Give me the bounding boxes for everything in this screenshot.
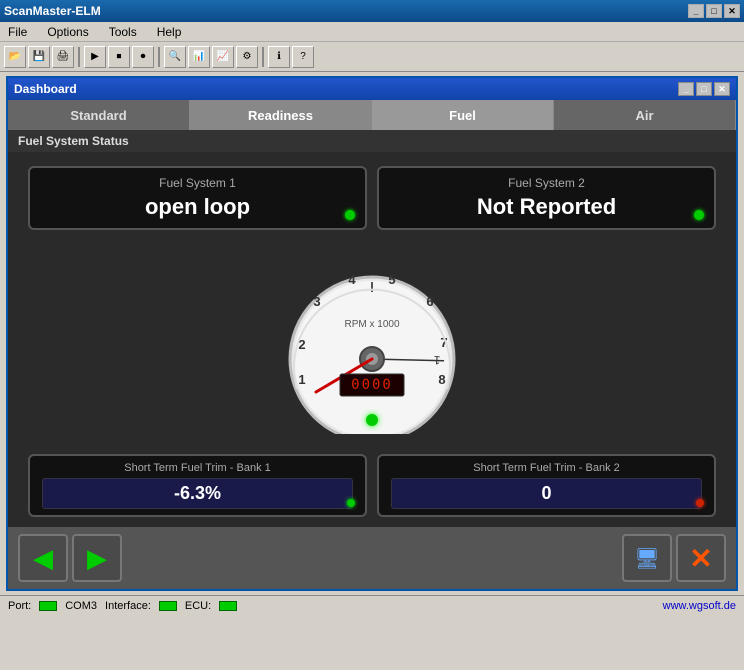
toolbar-btn-8[interactable]: 📊 [188, 46, 210, 68]
fuel-system-2-title: Fuel System 2 [508, 176, 585, 190]
disconnect-button[interactable]: ✕ [676, 534, 726, 582]
tab-air[interactable]: Air [554, 100, 736, 130]
section-header: Fuel System Status [8, 130, 736, 152]
trim-bank2-indicator [696, 499, 704, 507]
toolbar-btn-9[interactable]: 📈 [212, 46, 234, 68]
fuel-system-2-value: Not Reported [477, 194, 616, 220]
ecu-indicator [219, 601, 237, 611]
toolbar-btn-2[interactable]: 💾 [28, 46, 50, 68]
disconnect-icon: ✕ [689, 542, 712, 575]
tabs-bar: Standard Readiness Fuel Air [8, 100, 736, 130]
tachometer-gauge: 1 1 2 3 4 5 6 7 8 RPM x 1000 [272, 254, 472, 434]
toolbar: 📂 💾 🖨 ▶ ⏹ ⏺ 🔍 📊 📈 ⚙ ℹ ? [0, 42, 744, 72]
app-title: ScanMaster-ELM [4, 4, 101, 18]
window-controls: _ □ ✕ [688, 4, 740, 18]
app-titlebar: ScanMaster-ELM _ □ ✕ [0, 0, 744, 22]
dash-maximize-button[interactable]: □ [696, 82, 712, 96]
back-button[interactable]: ◀ [18, 534, 68, 582]
forward-arrow-icon: ▶ [87, 543, 107, 574]
status-bar: Port: COM3 Interface: ECU: www.wgsoft.de [0, 595, 744, 615]
fuel-system-1-title: Fuel System 1 [159, 176, 236, 190]
close-button[interactable]: ✕ [724, 4, 740, 18]
toolbar-btn-7[interactable]: 🔍 [164, 46, 186, 68]
dashboard-window: Dashboard _ □ ✕ Standard Readiness Fuel … [6, 76, 738, 591]
nav-buttons: ◀ ▶ [18, 534, 122, 582]
menu-file[interactable]: File [4, 25, 31, 39]
monitor-icon: 🖥 [634, 546, 659, 571]
menu-bar: File Options Tools Help [0, 22, 744, 42]
gauge-svg: 1 1 2 3 4 5 6 7 8 RPM x 1000 [272, 254, 472, 434]
fuel-system-2-indicator [694, 210, 704, 220]
svg-text:1: 1 [298, 372, 305, 387]
fuel-system-1-value: open loop [145, 194, 250, 220]
gauge-area: 1 1 2 3 4 5 6 7 8 RPM x 1000 [8, 244, 736, 444]
svg-text:3: 3 [313, 294, 320, 309]
toolbar-separator-1 [78, 47, 80, 67]
svg-text:1: 1 [433, 353, 441, 367]
toolbar-btn-3[interactable]: 🖨 [52, 46, 74, 68]
dashboard-title: Dashboard [14, 82, 77, 96]
toolbar-btn-5[interactable]: ⏹ [108, 46, 130, 68]
svg-text:0000: 0000 [351, 377, 393, 393]
menu-options[interactable]: Options [43, 25, 92, 39]
trim-bank1-indicator [347, 499, 355, 507]
toolbar-btn-11[interactable]: ℹ [268, 46, 290, 68]
fuel-system-1-indicator [345, 210, 355, 220]
toolbar-separator-3 [262, 47, 264, 67]
tab-readiness[interactable]: Readiness [190, 100, 372, 130]
trim-bank2-value: 0 [541, 483, 551, 503]
dash-minimize-button[interactable]: _ [678, 82, 694, 96]
trim-bank2-box: Short Term Fuel Trim - Bank 2 0 [377, 454, 716, 517]
dashboard-window-controls: _ □ ✕ [678, 82, 730, 96]
minimize-button[interactable]: _ [688, 4, 704, 18]
toolbar-separator-2 [158, 47, 160, 67]
svg-text:5: 5 [388, 272, 395, 287]
ecu-label: ECU: [185, 600, 211, 612]
website-link[interactable]: www.wgsoft.de [663, 600, 736, 612]
status-left: Port: COM3 Interface: ECU: [8, 600, 237, 612]
interface-label: Interface: [105, 600, 151, 612]
monitor-button[interactable]: 🖥 [622, 534, 672, 582]
fuel-system-1-box: Fuel System 1 open loop [28, 166, 367, 230]
tab-fuel[interactable]: Fuel [372, 100, 554, 130]
interface-indicator [159, 601, 177, 611]
trim-bank1-value-box: -6.3% [42, 478, 353, 509]
svg-text:RPM x 1000: RPM x 1000 [344, 319, 399, 330]
toolbar-btn-1[interactable]: 📂 [4, 46, 26, 68]
svg-text:8: 8 [438, 372, 445, 387]
dashboard-titlebar: Dashboard _ □ ✕ [8, 78, 736, 100]
port-indicator [39, 601, 57, 611]
trim-bank1-value: -6.3% [174, 483, 221, 503]
menu-help[interactable]: Help [153, 25, 186, 39]
port-value: COM3 [65, 600, 97, 612]
maximize-button[interactable]: □ [706, 4, 722, 18]
toolbar-btn-12[interactable]: ? [292, 46, 314, 68]
trim-bank2-value-box: 0 [391, 478, 702, 509]
toolbar-btn-4[interactable]: ▶ [84, 46, 106, 68]
bottom-nav-bar: ◀ ▶ 🖥 ✕ [8, 527, 736, 589]
action-buttons: 🖥 ✕ [622, 534, 726, 582]
gauge-indicator-dot [366, 414, 378, 426]
menu-tools[interactable]: Tools [105, 25, 141, 39]
toolbar-btn-10[interactable]: ⚙ [236, 46, 258, 68]
dash-close-button[interactable]: ✕ [714, 82, 730, 96]
tab-standard[interactable]: Standard [8, 100, 190, 130]
svg-text:4: 4 [348, 272, 356, 287]
fuel-system-2-box: Fuel System 2 Not Reported [377, 166, 716, 230]
forward-button[interactable]: ▶ [72, 534, 122, 582]
fuel-status-row: Fuel System 1 open loop Fuel System 2 No… [8, 152, 736, 244]
trim-bank1-box: Short Term Fuel Trim - Bank 1 -6.3% [28, 454, 367, 517]
back-arrow-icon: ◀ [33, 543, 53, 574]
trim-bank1-title: Short Term Fuel Trim - Bank 1 [124, 462, 271, 474]
trim-row: Short Term Fuel Trim - Bank 1 -6.3% Shor… [8, 444, 736, 527]
toolbar-btn-6[interactable]: ⏺ [132, 46, 154, 68]
svg-text:6: 6 [426, 294, 433, 309]
port-label: Port: [8, 600, 31, 612]
trim-bank2-title: Short Term Fuel Trim - Bank 2 [473, 462, 620, 474]
